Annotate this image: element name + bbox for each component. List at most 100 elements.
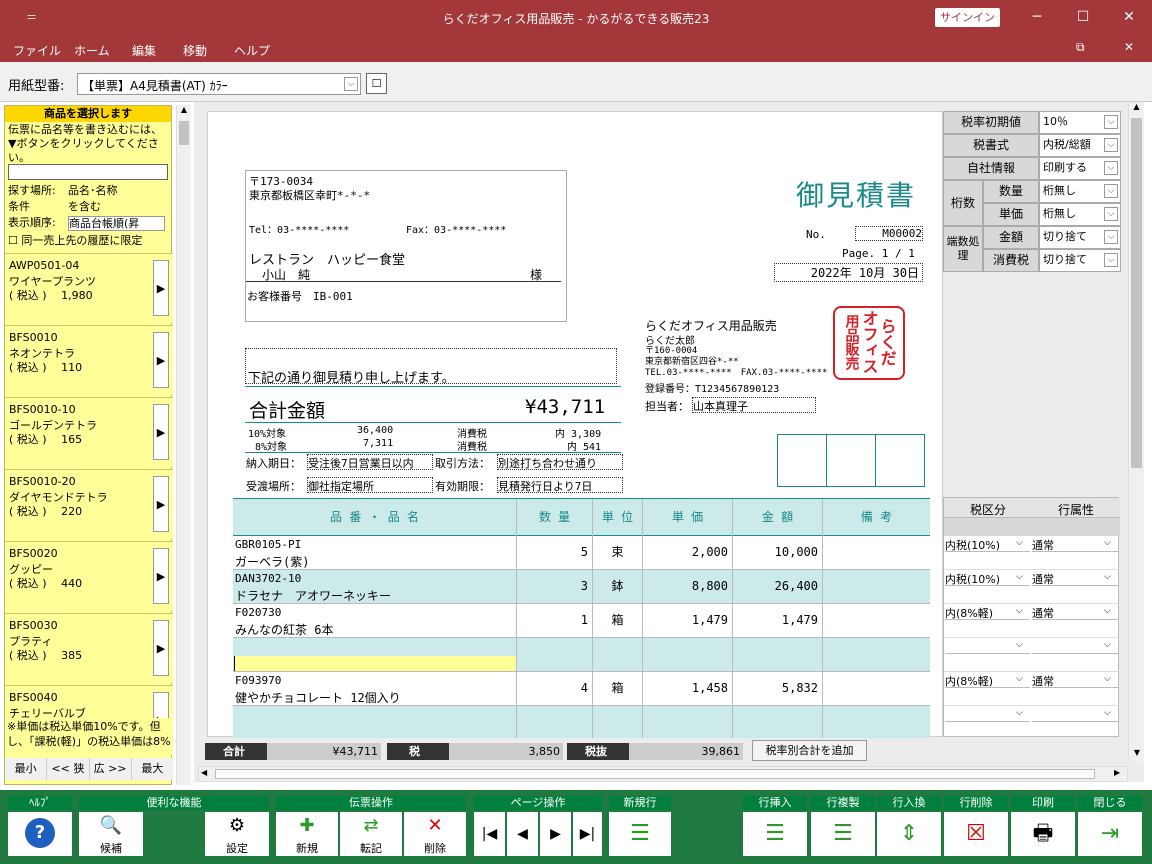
prev-page-button[interactable]: ◀ [507,812,538,856]
order-select[interactable]: 商品台帳順(昇 [68,216,165,231]
chevron-down-icon[interactable]: ⌵ [1104,115,1118,129]
candidate-button[interactable]: 🔍 候補 [79,812,143,856]
menu-edit[interactable]: 編集 [132,42,156,59]
chevron-down-icon[interactable]: ⌵ [1016,572,1023,582]
search-location-value[interactable]: 品名･名称 [68,184,118,198]
self-info-select[interactable]: 印刷する ⌵ [1039,157,1121,180]
chevron-down-icon[interactable]: ⌵ [1104,538,1111,548]
play-icon[interactable]: ▶ [153,476,169,532]
scroll-left-icon[interactable]: ◀ [201,768,207,777]
copy-row-button[interactable]: ☰ [811,812,875,856]
next-page-button[interactable]: ▶ [540,812,571,856]
list-item[interactable]: BFS0030 プラティ( 税込 ) 385 ▶ [5,613,173,683]
customer-number[interactable]: お客様番号 IB-001 [247,288,353,304]
print-button[interactable]: 🖶 [1011,812,1075,856]
chevron-down-icon[interactable]: ⌵ [1016,640,1023,650]
minimize-icon[interactable]: ─ [1014,0,1060,34]
settings-button[interactable]: ⚙ 設定 [205,812,269,856]
valid-field[interactable]: 見積発行日より7日 [497,477,623,493]
menu-help[interactable]: ヘルプ [234,42,270,59]
unit-digits-select[interactable]: 桁無し ⌵ [1039,203,1121,226]
table-row[interactable]: GBR0105-PI ガーベラ(紫) 5 束 2,000 10,000 [233,536,930,570]
menu-move[interactable]: 移動 [183,42,207,59]
width-min-button[interactable]: 最小 [5,758,48,780]
paper-select[interactable]: 【単票】A4見積書(AT) ｶﾗｰ ⌵ [77,73,361,95]
scroll-down-icon[interactable]: ▼ [1129,748,1145,762]
table-row[interactable]: F093970 健やかチョコレート 12個入り 4 箱 1,458 5,832 [233,672,930,706]
staff-field[interactable]: 山本真理子 [692,397,816,413]
width-max-button[interactable]: 最大 [132,758,173,780]
insert-row-button[interactable]: ☰ [743,812,807,856]
chevron-down-icon[interactable]: ⌵ [1104,674,1111,684]
tax-grid-row[interactable]: ⌵ ⌵ [944,706,1120,736]
play-icon[interactable]: ▶ [153,548,169,604]
list-item[interactable]: BFS0020 グッピー( 税込 ) 440 ▶ [5,541,173,611]
scroll-thumb[interactable] [1131,118,1142,468]
place-field[interactable]: 御社指定場所 [307,477,433,493]
chevron-down-icon[interactable]: ⌵ [1104,184,1118,198]
play-icon[interactable]: ▶ [153,404,169,460]
transfer-button[interactable]: ⇄ 転記 [340,812,402,856]
paper-settings-button[interactable]: ☐ [366,73,387,94]
scroll-thumb[interactable] [179,121,189,145]
tax-grid-row[interactable]: 内(8%軽) ⌵ 通常 ⌵ [944,604,1120,638]
chevron-down-icon[interactable]: ⌵ [1016,708,1023,718]
amount-rounding-select[interactable]: 切り捨て ⌵ [1039,226,1121,249]
chevron-down-icon[interactable]: ⌵ [1016,606,1023,616]
table-row[interactable] [233,706,930,738]
play-icon[interactable]: ▶ [153,260,169,316]
delete-slip-button[interactable]: ✕ 削除 [404,812,466,856]
signin-button[interactable]: サインイン [935,8,1000,27]
tax-grid-row[interactable]: ⌵ ⌵ [944,638,1120,672]
restore-icon[interactable]: ⧉ [1076,40,1085,55]
delete-row-button[interactable]: ☒ [944,812,1008,856]
list-item[interactable]: BFS0010-20 ダイヤモンドテトラ( 税込 ) 220 ▶ [5,469,173,539]
scroll-up-icon[interactable]: ▲ [1129,102,1144,116]
tax-format-select[interactable]: 内税/総額 ⌵ [1039,134,1121,157]
table-row[interactable] [233,638,930,672]
play-icon[interactable]: ▶ [153,620,169,676]
maximize-icon[interactable]: ☐ [1060,0,1106,34]
chevron-down-icon[interactable]: ⌵ [1104,572,1111,582]
quote-number[interactable]: M00002 [855,226,923,241]
chevron-down-icon[interactable]: ⌵ [1104,253,1118,267]
swap-row-button[interactable]: ⇕ [877,812,941,856]
close-doc-icon[interactable]: ✕ [1124,40,1134,54]
scroll-thumb[interactable] [215,769,1095,779]
table-row[interactable]: DAN3702-10 ドラセナ アオワーネッキー 3 鉢 8,800 26,400 [233,570,930,604]
width-narrow-button[interactable]: << 狭 [47,758,90,780]
tax-rounding-select[interactable]: 切り捨て ⌵ [1039,249,1121,272]
new-slip-button[interactable]: ✚ 新規 [276,812,338,856]
width-wide-button[interactable]: 広 >> [90,758,132,780]
list-item[interactable]: BFS0010-10 ゴールデンテトラ( 税込 ) 165 ▶ [5,397,173,467]
chevron-down-icon[interactable]: ⌵ [1104,138,1118,152]
chevron-down-icon[interactable]: ⌵ [1104,606,1111,616]
chevron-down-icon[interactable]: ⌵ [1104,207,1118,221]
condition-value[interactable]: を含む [68,200,101,214]
horizontal-scrollbar[interactable]: ◀ ▶ [198,766,1128,782]
list-item[interactable]: AWP0501-04 ワイヤープランツ( 税込 ) 1,980 ▶ [5,253,173,323]
qty-digits-select[interactable]: 桁無し ⌵ [1039,180,1121,203]
chevron-down-icon[interactable]: ⌵ [1104,640,1111,650]
table-row[interactable]: F020730 みんなの紅茶 6本 1 箱 1,479 1,479 [233,604,930,638]
add-tax-total-button[interactable]: 税率別合計を追加 [752,740,867,761]
delivery-field[interactable]: 受注後7日営業日以内 [307,454,433,470]
help-button[interactable]: ? [8,812,72,856]
scroll-right-icon[interactable]: ▶ [1114,768,1120,777]
menu-home[interactable]: ホーム [74,42,110,59]
product-search-input[interactable] [8,164,168,180]
active-cell[interactable] [234,656,516,671]
tax-grid-row[interactable]: 内(8%軽) ⌵ 通常 ⌵ [944,672,1120,706]
left-scrollbar[interactable]: ▲ [176,105,191,785]
chevron-down-icon[interactable]: ⌵ [1104,708,1111,718]
quote-date[interactable]: 2022年 10月 30日 [774,263,923,282]
history-checkbox[interactable]: ☐ [8,234,18,247]
customer-person[interactable]: 小山 純 [262,266,310,283]
scroll-up-icon[interactable]: ▲ [177,105,191,119]
chevron-down-icon[interactable]: ⌵ [1016,674,1023,684]
new-row-button[interactable]: ☰ [609,812,671,856]
play-icon[interactable]: ▶ [153,332,169,388]
tax-grid-row[interactable]: 内税(10%) ⌵ 通常 ⌵ [944,536,1120,570]
first-page-button[interactable]: |◀ [474,812,505,856]
payment-field[interactable]: 別途打ち合わせ通り [497,454,623,470]
